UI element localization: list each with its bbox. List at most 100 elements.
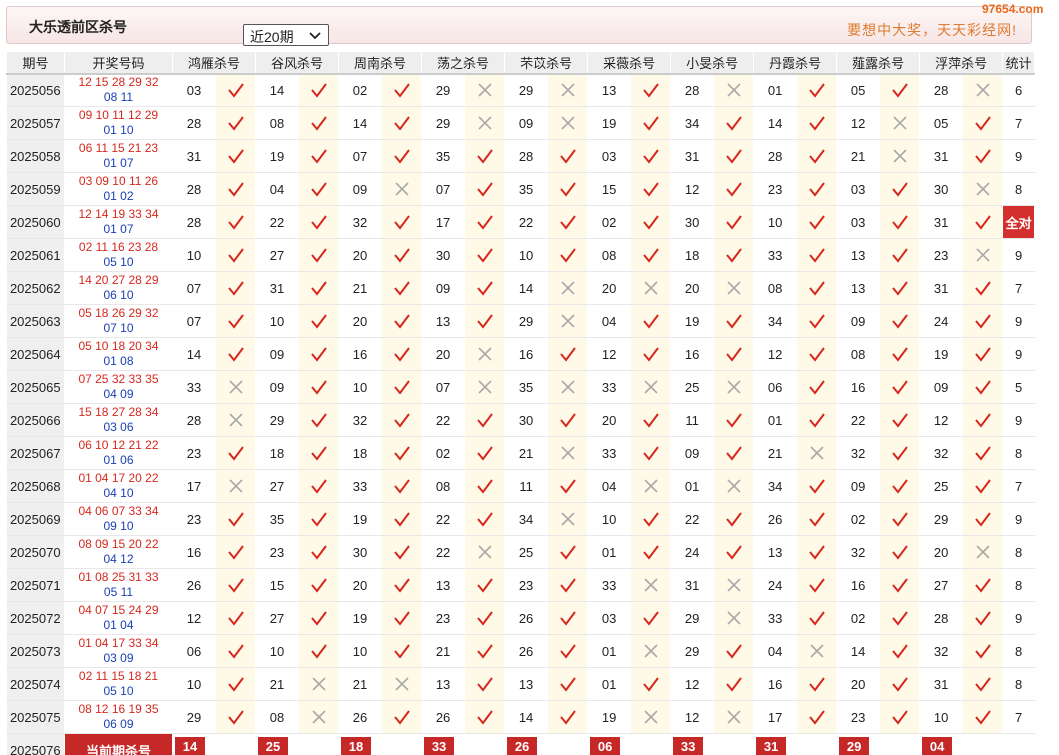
period-cell: 2025063 [6,304,65,338]
check-icon [381,139,423,173]
kill-number: 12 [670,667,715,701]
kill-number: 28 [172,205,216,239]
kill-number: 33 [338,469,383,503]
kill-number: 09 [670,436,715,470]
draw-numbers-cell: 08 09 15 20 22 04 12 [64,535,173,569]
check-icon [962,667,1004,701]
table-row: 2025057 09 10 11 12 29 01 10 28 08 14 29 09 19 34… [6,106,1036,140]
check-icon [547,238,589,272]
period-cell: 2025068 [6,469,65,503]
check-icon [298,139,340,173]
check-icon [381,601,423,635]
period-cell: 2025074 [6,667,65,701]
kill-number: 19 [587,106,632,140]
table-row: 2025065 07 25 32 33 35 04 09 33 09 10 07 35 33 25… [6,370,1036,404]
kill-number: 18 [670,238,715,272]
check-icon [962,271,1004,305]
kill-number: 10 [172,667,216,701]
column-header: 鸿雁杀号 [171,51,257,75]
column-header: 统计 [1002,51,1036,75]
kill-number: 22 [255,205,300,239]
cross-icon [215,469,257,503]
back-numbers: 04 09 [103,387,134,401]
check-icon [464,172,506,206]
check-icon [547,403,589,437]
front-numbers: 08 09 15 20 22 [78,537,159,551]
check-icon [962,337,1004,371]
period-cell: 2025056 [6,73,65,107]
kill-number: 26 [504,634,549,668]
cross-icon [962,73,1004,107]
table-row: 2025058 06 11 15 21 23 01 07 31 19 07 35 28 03 31… [6,139,1036,173]
check-icon [962,436,1004,470]
front-numbers: 02 11 15 18 21 [78,669,159,683]
front-numbers: 03 09 10 11 26 [78,174,159,188]
kill-number: 03 [587,139,632,173]
kill-number: 11 [670,403,715,437]
back-numbers: 07 10 [103,321,134,335]
filter-bar: 大乐透前区杀号 近20期 要想中大奖，天天彩经网! [6,6,1032,46]
front-numbers: 01 04 17 20 22 [78,471,159,485]
table-row: 2025064 05 10 18 20 34 01 08 14 09 16 20 16 12 16… [6,337,1036,371]
period-cell: 2025073 [6,634,65,668]
kill-number: 07 [421,172,466,206]
kill-number: 23 [172,436,216,470]
kill-number: 08 [836,337,881,371]
kill-number: 10 [338,634,383,668]
front-numbers: 12 14 19 33 34 [78,207,159,221]
kill-number: 19 [919,337,964,371]
front-numbers: 07 25 32 33 35 [78,372,159,386]
cross-icon [713,271,755,305]
current-kill-number: 33 [424,737,455,755]
check-icon [879,73,921,107]
kill-number: 26 [753,502,798,536]
kill-number: 09 [338,172,383,206]
kill-number: 02 [421,436,466,470]
table-row: 2025067 06 10 12 21 22 01 06 23 18 18 02 21 33 09… [6,436,1036,470]
kill-number: 26 [338,700,383,734]
cross-icon [713,568,755,602]
kill-number: 23 [421,601,466,635]
kill-number: 31 [919,271,964,305]
kill-number: 35 [255,502,300,536]
kill-number: 28 [172,403,216,437]
kill-number: 14 [504,271,549,305]
check-icon [879,502,921,536]
check-icon [215,205,257,239]
kill-number: 29 [919,502,964,536]
current-kill-cell: 26 [504,733,589,755]
draw-numbers-cell: 06 10 12 21 22 01 06 [64,436,173,470]
cross-icon [215,370,257,404]
column-header: 丹霞杀号 [753,51,838,75]
draw-numbers-cell: 08 12 16 19 35 06 09 [64,700,173,734]
kill-number: 02 [836,601,881,635]
kill-number: 19 [670,304,715,338]
check-icon [547,601,589,635]
kill-number: 16 [753,667,798,701]
kill-number: 07 [172,304,216,338]
kill-number: 17 [172,469,216,503]
kill-number: 01 [753,403,798,437]
stat-count: 8 [1002,667,1036,701]
check-icon [796,568,838,602]
stat-count: 9 [1002,502,1036,536]
kill-number: 33 [587,568,632,602]
check-icon [547,172,589,206]
draw-numbers-cell: 15 18 27 28 34 03 06 [64,403,173,437]
kill-number: 05 [836,73,881,107]
check-icon [464,205,506,239]
check-icon [796,502,838,536]
period-range-select[interactable]: 近20期 [243,24,329,46]
back-numbers: 09 10 [103,519,134,533]
check-icon [381,469,423,503]
kill-number: 12 [670,172,715,206]
check-icon [879,601,921,635]
column-header: 开奖号码 [64,51,173,75]
check-icon [879,436,921,470]
kill-number: 30 [670,205,715,239]
check-icon [630,172,672,206]
check-icon [547,634,589,668]
cross-icon [215,403,257,437]
front-numbers: 14 20 27 28 29 [78,273,159,287]
kill-number: 16 [670,337,715,371]
